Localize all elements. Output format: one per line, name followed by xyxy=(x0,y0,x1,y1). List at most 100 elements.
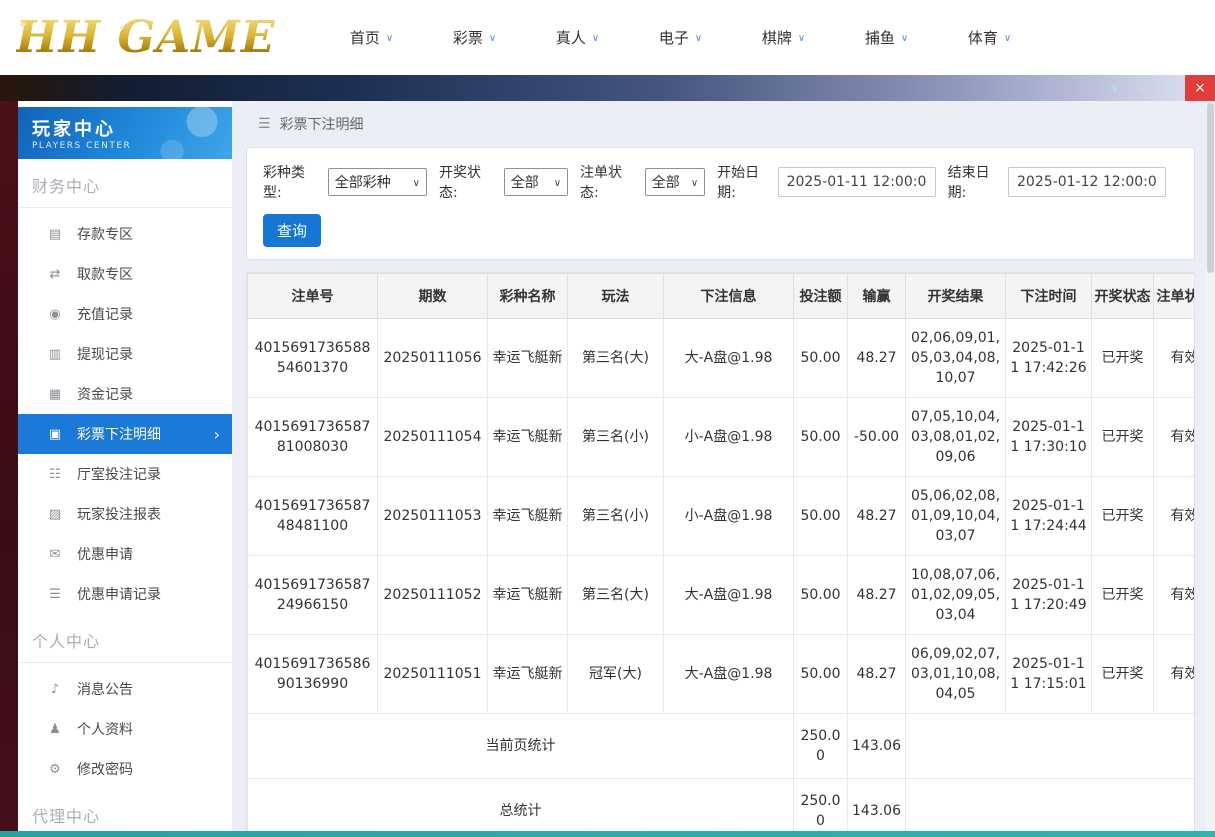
start-date-label: 开始日期: xyxy=(717,165,760,201)
nav-item-home[interactable]: 首页 ∨ xyxy=(320,0,423,75)
summary-row-grand-total: 总统计 250.00 143.06 xyxy=(247,778,1194,831)
nav-item-sports[interactable]: 体育 ∨ xyxy=(938,0,1041,75)
draw-status-value: 全部 xyxy=(510,175,539,191)
sidebar-item-funds-records[interactable]: ▦ 资金记录 xyxy=(18,374,232,414)
breadcrumb: ☰ 彩票下注明细 xyxy=(246,101,1195,147)
nav-item-live[interactable]: 真人 ∨ xyxy=(526,0,629,75)
hall-record-icon: ☷ xyxy=(49,466,61,482)
lottery-type-label: 彩种类型: xyxy=(263,165,305,201)
end-date-input[interactable] xyxy=(1008,167,1167,197)
cell-bet-time: 2025-01-11 17:30:10 xyxy=(1005,397,1092,477)
cell-period: 20250111051 xyxy=(377,634,488,714)
sidebar-item-deposit-area[interactable]: ▤ 存款专区 xyxy=(18,214,232,254)
cell-play-type: 第三名(小) xyxy=(567,397,664,477)
close-button[interactable]: × xyxy=(1185,75,1215,101)
promo-icon: ✉ xyxy=(49,546,61,562)
cell-order-status: 有效 xyxy=(1153,555,1194,635)
cell-draw-status: 已开奖 xyxy=(1091,555,1154,635)
summary-win-lose-total: 143.06 xyxy=(847,713,906,779)
col-header-win-lose: 输赢 xyxy=(847,273,906,319)
sidebar-item-recharge-records[interactable]: ◉ 充值记录 xyxy=(18,294,232,334)
nav-item-label: 彩票 xyxy=(452,29,483,47)
lottery-type-value: 全部彩种 xyxy=(334,175,391,191)
sidebar-item-withdraw-area[interactable]: ⇄ 取款专区 xyxy=(18,254,232,294)
sidebar-item-profile[interactable]: ♟ 个人资料 xyxy=(18,709,232,749)
cell-bet-id: 401569173658781008030 xyxy=(247,397,378,477)
sidebar-item-announcements[interactable]: ♪ 消息公告 xyxy=(18,669,232,709)
minimize-button[interactable]: — xyxy=(1129,81,1157,95)
cell-period: 20250111053 xyxy=(377,476,488,556)
cell-play-type: 第三名(大) xyxy=(567,555,664,635)
cell-bet-amount: 50.00 xyxy=(793,397,848,477)
promo-record-icon: ☰ xyxy=(49,586,61,602)
window-chevron-icon[interactable]: ∨ xyxy=(1101,81,1129,95)
funds-icon: ▦ xyxy=(48,386,62,402)
cell-play-type: 第三名(小) xyxy=(567,476,664,556)
cell-period: 20250111052 xyxy=(377,555,488,635)
col-header-period: 期数 xyxy=(377,273,488,319)
col-header-bet-id: 注单号 xyxy=(247,273,378,319)
maximize-button[interactable]: □ xyxy=(1157,81,1185,95)
nav-item-cards[interactable]: 棋牌 ∨ xyxy=(732,0,835,75)
sidebar-item-promo-apply-records[interactable]: ☰ 优惠申请记录 xyxy=(18,574,232,614)
bet-details-table-card: 注单号 期数 彩种名称 玩法 下注信息 投注额 输赢 开奖结果 下注时间 开奖状… xyxy=(246,272,1195,831)
sidebar-item-label: 资金记录 xyxy=(77,387,133,403)
col-header-draw-result: 开奖结果 xyxy=(905,273,1006,319)
chevron-down-icon: ∨ xyxy=(797,33,806,44)
summary-label: 当前页统计 xyxy=(247,713,794,779)
cell-bet-time: 2025-01-11 17:42:26 xyxy=(1005,318,1092,398)
sidebar-item-label: 取款专区 xyxy=(77,267,133,283)
gear-icon: ⚙ xyxy=(49,761,61,777)
nav-item-fishing[interactable]: 捕鱼 ∨ xyxy=(835,0,938,75)
cell-bet-amount: 50.00 xyxy=(793,555,848,635)
page-title: 彩票下注明细 xyxy=(279,117,364,133)
lottery-type-select[interactable]: 全部彩种 ∨ xyxy=(327,168,427,196)
chevron-down-icon: ∨ xyxy=(694,33,703,44)
summary-empty xyxy=(905,713,1194,779)
search-button[interactable]: 查询 xyxy=(263,214,321,247)
sidebar-item-change-password[interactable]: ⚙ 修改密码 xyxy=(18,749,232,789)
sidebar: 玩家中心 PLAYERS CENTER 财务中心 ▤ 存款专区 ⇄ 取款专区 ◉… xyxy=(18,101,232,831)
start-date-input[interactable] xyxy=(777,167,936,197)
scrollbar-thumb[interactable] xyxy=(1207,103,1214,273)
lottery-detail-icon: ▣ xyxy=(48,426,62,442)
cell-bet-info: 小-A盘@1.98 xyxy=(663,476,794,556)
table-row: 401569173658854601370 20250111056 幸运飞艇新 … xyxy=(247,318,1194,398)
nav-item-lottery[interactable]: 彩票 ∨ xyxy=(423,0,526,75)
cell-order-status: 有效 xyxy=(1153,476,1194,556)
sidebar-item-label: 消息公告 xyxy=(77,682,133,698)
cell-win-lose: 48.27 xyxy=(847,318,906,398)
order-status-label: 注单状态: xyxy=(580,165,623,201)
window-titlebar: ∨ — □ × xyxy=(0,75,1215,101)
summary-row-current-page: 当前页统计 250.00 143.06 xyxy=(247,713,1194,779)
sidebar-item-label: 优惠申请记录 xyxy=(77,587,161,603)
cell-bet-amount: 50.00 xyxy=(793,634,848,714)
nav-item-label: 捕鱼 xyxy=(864,29,895,47)
report-icon: ▨ xyxy=(48,506,62,522)
sidebar-section-finance: 财务中心 xyxy=(18,159,232,208)
cell-win-lose: 48.27 xyxy=(847,555,906,635)
sidebar-item-player-bet-report[interactable]: ▨ 玩家投注报表 xyxy=(18,494,232,534)
sidebar-item-lottery-bet-details[interactable]: ▣ 彩票下注明细 › xyxy=(18,414,232,454)
vertical-scrollbar[interactable] xyxy=(1206,101,1215,831)
cell-bet-info: 大-A盘@1.98 xyxy=(663,555,794,635)
cell-draw-status: 已开奖 xyxy=(1091,318,1154,398)
nav-item-slots[interactable]: 电子 ∨ xyxy=(629,0,732,75)
cell-draw-status: 已开奖 xyxy=(1091,634,1154,714)
order-status-select[interactable]: 全部 ∨ xyxy=(644,168,706,196)
draw-status-select[interactable]: 全部 ∨ xyxy=(503,168,569,196)
brand-logo[interactable]: ✦ ✦ HH GAME xyxy=(0,15,320,60)
cell-order-status: 有效 xyxy=(1153,634,1194,714)
withdraw-icon: ⇄ xyxy=(49,266,61,282)
sidebar-item-promo-apply[interactable]: ✉ 优惠申请 xyxy=(18,534,232,574)
sidebar-item-withdrawal-records[interactable]: ▥ 提现记录 xyxy=(18,334,232,374)
cell-bet-amount: 50.00 xyxy=(793,318,848,398)
col-header-draw-status: 开奖状态 xyxy=(1091,273,1154,319)
cell-bet-info: 小-A盘@1.98 xyxy=(663,397,794,477)
sidebar-item-hall-bet-records[interactable]: ☷ 厅室投注记录 xyxy=(18,454,232,494)
col-header-bet-amount: 投注额 xyxy=(793,273,848,319)
hamburger-icon[interactable]: ☰ xyxy=(258,116,271,132)
cell-draw-status: 已开奖 xyxy=(1091,397,1154,477)
sidebar-item-label: 厅室投注记录 xyxy=(77,467,161,483)
nav-item-label: 真人 xyxy=(555,29,586,47)
